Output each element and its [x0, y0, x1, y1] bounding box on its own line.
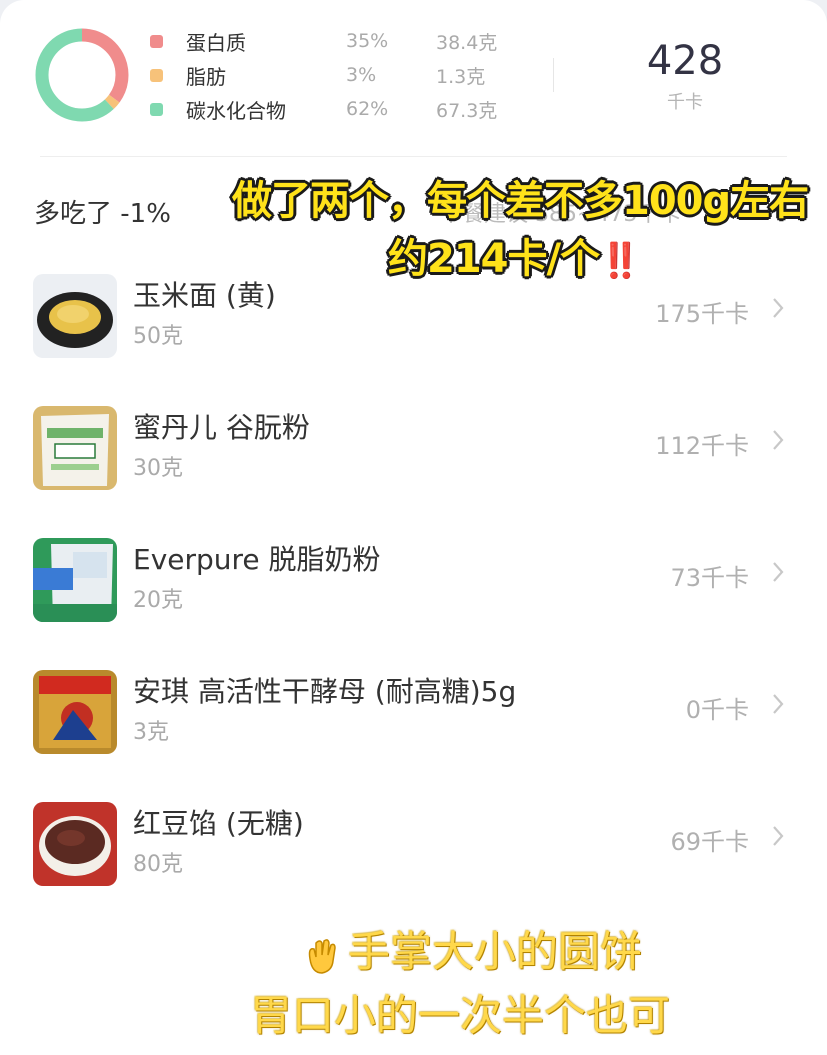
macro-row-protein: 蛋白质 35% 38.4克 [150, 25, 546, 57]
food-name: Everpure 脱脂奶粉 [133, 543, 381, 576]
food-amount: 80克 [133, 852, 183, 877]
food-name: 玉米面 (黄) [133, 279, 276, 312]
chevron-right-icon [773, 430, 784, 450]
macro-row-fat: 脂肪 3% 1.3克 [150, 59, 546, 91]
food-kcal: 112千卡 [655, 432, 749, 460]
handwritten-caption-2: 胃口小的一次半个也可 [250, 991, 671, 1040]
macro-grams: 1.3克 [436, 65, 486, 88]
food-name: 红豆馅 (无糖) [133, 807, 304, 840]
overlay-caption-2-text: 约214卡/个 [388, 236, 600, 282]
gluten-powder-image [33, 406, 117, 490]
skim-milk-powder-image [33, 538, 117, 622]
cornmeal-image [33, 274, 117, 358]
macro-name: 脂肪 [186, 64, 226, 89]
food-kcal: 73千卡 [670, 564, 749, 592]
food-amount: 50克 [133, 324, 183, 349]
overlay-caption-2: 约214卡/个‼️ [388, 226, 641, 284]
red-bean-paste-image [33, 802, 117, 886]
chevron-right-icon [773, 694, 784, 714]
food-item-skim-milk[interactable]: Everpure 脱脂奶粉 20克 73千卡 [0, 530, 827, 630]
food-name: 安琪 高活性干酵母 (耐高糖)5g [133, 675, 517, 708]
carbs-color-dot [150, 102, 163, 116]
food-kcal: 0千卡 [685, 696, 749, 724]
food-kcal: 69千卡 [670, 828, 749, 856]
food-kcal: 175千卡 [655, 300, 749, 328]
overlay-caption-1: 做了两个，每个差不多100g左右 [232, 178, 809, 224]
chevron-right-icon [773, 562, 784, 582]
macro-name: 碳水化合物 [186, 98, 286, 123]
total-kcal-value: 428 [646, 38, 724, 84]
macro-donut-chart [35, 28, 129, 122]
horizontal-divider [40, 156, 787, 157]
food-item-red-bean-paste[interactable]: 红豆馅 (无糖) 80克 69千卡 [0, 794, 827, 894]
food-amount: 30克 [133, 456, 183, 481]
total-kcal-unit: 千卡 [667, 92, 703, 113]
protein-color-dot [150, 34, 163, 48]
macro-row-carbs: 碳水化合物 62% 67.3克 [150, 93, 546, 125]
fat-color-dot [150, 68, 163, 82]
handwritten-caption-1-text: 手掌大小的圆饼 [348, 927, 643, 976]
food-name: 蜜丹儿 谷朊粉 [133, 411, 310, 444]
vertical-divider [553, 58, 554, 92]
meal-detail-card: 蛋白质 35% 38.4克 脂肪 3% 1.3克 碳水化合物 62% 67.3克… [0, 0, 827, 1055]
macro-percent: 3% [346, 64, 377, 86]
macro-percent: 62% [346, 98, 389, 120]
macro-name: 蛋白质 [186, 30, 246, 55]
food-item-gluten-powder[interactable]: 蜜丹儿 谷朊粉 30克 112千卡 [0, 398, 827, 498]
macro-grams: 38.4克 [436, 31, 498, 54]
yeast-packet-image [33, 670, 117, 754]
over-eaten-status: 多吃了 -1% [34, 199, 171, 229]
macro-grams: 67.3克 [436, 99, 498, 122]
food-amount: 3克 [133, 720, 169, 745]
macro-percent: 35% [346, 30, 389, 52]
food-item-yeast[interactable]: 安琪 高活性干酵母 (耐高糖)5g 3克 0千卡 [0, 662, 827, 762]
food-amount: 20克 [133, 588, 183, 613]
double-exclamation-icon: ‼️ [599, 241, 641, 281]
chevron-right-icon [773, 826, 784, 846]
handwritten-caption-1: 手掌大小的圆饼 [300, 918, 642, 979]
hand-icon [308, 939, 336, 974]
chevron-right-icon [773, 298, 784, 318]
